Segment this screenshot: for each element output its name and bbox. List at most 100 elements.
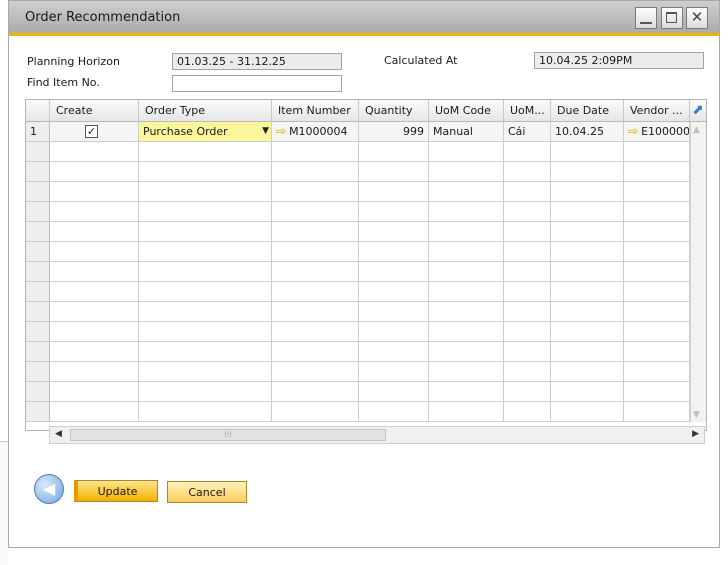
grid-cell[interactable]: [272, 342, 359, 362]
grid-cell[interactable]: [504, 322, 551, 342]
grid-cell[interactable]: [624, 362, 690, 382]
grid-cell[interactable]: [50, 182, 139, 202]
grid-cell[interactable]: [429, 302, 504, 322]
grid-cell[interactable]: [551, 322, 624, 342]
grid-cell[interactable]: [359, 302, 429, 322]
grid-cell[interactable]: [551, 282, 624, 302]
horizontal-scrollbar[interactable]: ◀ ⁞⁞⁞ ▶: [49, 426, 705, 444]
grid-cell[interactable]: [359, 342, 429, 362]
grid-cell[interactable]: [272, 162, 359, 182]
grid-cell[interactable]: [272, 322, 359, 342]
grid-cell[interactable]: [504, 202, 551, 222]
link-arrow-icon[interactable]: ⇨: [628, 124, 638, 138]
grid-cell[interactable]: [429, 322, 504, 342]
scroll-right-icon[interactable]: ▶: [692, 429, 699, 439]
grid-cell[interactable]: [429, 402, 504, 422]
link-arrow-icon[interactable]: ⇨: [276, 124, 286, 138]
col-header-item-number[interactable]: Item Number: [272, 100, 359, 122]
grid-cell[interactable]: [551, 402, 624, 422]
col-header-order-type[interactable]: Order Type: [139, 100, 272, 122]
grid-cell[interactable]: [50, 222, 139, 242]
grid-cell[interactable]: [359, 182, 429, 202]
grid-cell[interactable]: [139, 222, 272, 242]
grid-cell[interactable]: [429, 182, 504, 202]
grid-cell[interactable]: [551, 262, 624, 282]
grid-cell[interactable]: [50, 142, 139, 162]
grid-cell[interactable]: [429, 202, 504, 222]
grid-cell[interactable]: [551, 302, 624, 322]
col-header-quantity[interactable]: Quantity: [359, 100, 429, 122]
grid-cell[interactable]: [359, 382, 429, 402]
grid-cell[interactable]: [624, 322, 690, 342]
grid-cell[interactable]: [359, 362, 429, 382]
grid-cell[interactable]: [272, 242, 359, 262]
grid-cell[interactable]: [551, 242, 624, 262]
update-button[interactable]: Update: [74, 480, 158, 502]
grid-cell[interactable]: [624, 262, 690, 282]
grid-cell[interactable]: [359, 322, 429, 342]
grid-cell[interactable]: [50, 342, 139, 362]
scroll-down-icon[interactable]: ▼: [693, 410, 700, 420]
grid-cell[interactable]: [50, 262, 139, 282]
grid-cell[interactable]: [624, 382, 690, 402]
grid-cell[interactable]: [551, 182, 624, 202]
cancel-button[interactable]: Cancel: [167, 481, 247, 503]
grid-cell[interactable]: [504, 282, 551, 302]
grid-cell[interactable]: [359, 142, 429, 162]
grid-cell[interactable]: [50, 282, 139, 302]
create-checkbox[interactable]: ✓: [85, 125, 98, 138]
grid-cell[interactable]: [624, 302, 690, 322]
grid-cell[interactable]: [50, 402, 139, 422]
grid-cell[interactable]: [624, 282, 690, 302]
grid-cell[interactable]: [429, 222, 504, 242]
grid-cell[interactable]: [139, 262, 272, 282]
grid-cell[interactable]: [504, 142, 551, 162]
back-arrow-icon[interactable]: ◀: [34, 474, 64, 504]
grid-cell[interactable]: [429, 242, 504, 262]
grid-cell[interactable]: [139, 342, 272, 362]
grid-cell[interactable]: [359, 222, 429, 242]
grid-cell[interactable]: [272, 222, 359, 242]
grid-cell[interactable]: [504, 262, 551, 282]
grid-cell[interactable]: [504, 242, 551, 262]
grid-cell[interactable]: [429, 382, 504, 402]
grid-cell[interactable]: [139, 142, 272, 162]
grid-cell[interactable]: [139, 402, 272, 422]
grid-cell[interactable]: [50, 362, 139, 382]
scroll-left-icon[interactable]: ◀: [55, 429, 62, 439]
grid-cell[interactable]: [50, 162, 139, 182]
grid-cell[interactable]: [504, 362, 551, 382]
grid-cell[interactable]: [504, 162, 551, 182]
grid-cell[interactable]: [272, 182, 359, 202]
grid-cell[interactable]: [624, 222, 690, 242]
grid-cell[interactable]: [139, 182, 272, 202]
grid-cell[interactable]: [50, 242, 139, 262]
due-date-cell[interactable]: 10.04.25: [551, 122, 624, 142]
grid-cell[interactable]: [139, 382, 272, 402]
grid-cell[interactable]: [624, 242, 690, 262]
grid-cell[interactable]: [359, 262, 429, 282]
grid-cell[interactable]: [624, 142, 690, 162]
col-header-due-date[interactable]: Due Date: [551, 100, 624, 122]
grid-cell[interactable]: [50, 202, 139, 222]
dropdown-arrow-icon[interactable]: ▼: [262, 122, 269, 141]
grid-cell[interactable]: [551, 162, 624, 182]
grid-cell[interactable]: [272, 402, 359, 422]
grid-cell[interactable]: [551, 362, 624, 382]
grid-cell[interactable]: [359, 202, 429, 222]
grid-cell[interactable]: [551, 202, 624, 222]
maximize-button[interactable]: [661, 7, 683, 29]
quantity-cell[interactable]: 999: [359, 122, 429, 142]
grid-cell[interactable]: [624, 342, 690, 362]
grid-cell[interactable]: [50, 382, 139, 402]
grid-cell[interactable]: [429, 162, 504, 182]
grid-cell[interactable]: [429, 142, 504, 162]
grid-cell[interactable]: [359, 282, 429, 302]
grid-cell[interactable]: [50, 322, 139, 342]
grid-cell[interactable]: [272, 282, 359, 302]
grid-cell[interactable]: [139, 202, 272, 222]
grid-cell[interactable]: [272, 382, 359, 402]
col-header-uom-name[interactable]: UoM...: [504, 100, 551, 122]
grid-cell[interactable]: [504, 182, 551, 202]
col-header-vendor[interactable]: Vendor ...: [624, 100, 690, 122]
